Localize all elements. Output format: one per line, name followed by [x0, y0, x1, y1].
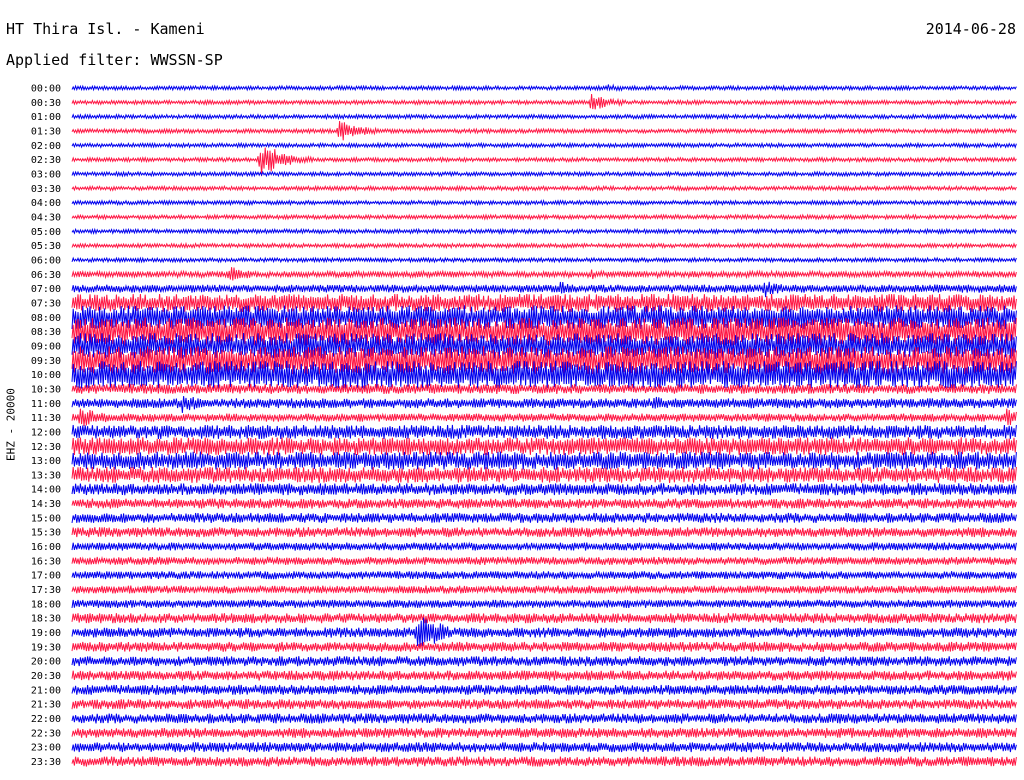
time-label-1030: 10:30	[31, 384, 61, 395]
trace-row-2100	[71, 684, 1017, 695]
trace-row-2000	[71, 656, 1017, 667]
time-label-0100: 01:00	[31, 112, 61, 123]
time-label-0430: 04:30	[31, 212, 61, 223]
trace-row-0500	[71, 227, 1017, 235]
time-label-1400: 14:00	[31, 485, 61, 496]
trace-row-0200	[71, 141, 1017, 149]
time-label-0200: 02:00	[31, 141, 61, 152]
trace-row-0600	[71, 256, 1017, 264]
trace-row-2130	[71, 699, 1017, 710]
time-label-1830: 18:30	[31, 614, 61, 625]
time-label-0900: 09:00	[31, 341, 61, 352]
time-label-0400: 04:00	[31, 198, 61, 209]
time-label-1930: 19:30	[31, 642, 61, 653]
time-label-1700: 17:00	[31, 571, 61, 582]
trace-row-1330	[71, 466, 1017, 483]
time-label-1200: 12:00	[31, 427, 61, 438]
trace-row-0000	[71, 83, 1017, 92]
time-label-1800: 18:00	[31, 599, 61, 610]
trace-row-1230	[71, 437, 1017, 456]
trace-row-0430	[71, 213, 1017, 221]
time-label-1300: 13:00	[31, 456, 61, 467]
time-label-0600: 06:00	[31, 255, 61, 266]
trace-row-0030	[71, 94, 1017, 110]
time-label-1000: 10:00	[31, 370, 61, 381]
time-label-2200: 22:00	[31, 714, 61, 725]
time-label-0030: 00:30	[31, 98, 61, 109]
trace-row-1400	[71, 483, 1017, 496]
trace-row-0630	[71, 267, 1017, 281]
time-label-1630: 16:30	[31, 556, 61, 567]
time-label-1600: 16:00	[31, 542, 61, 553]
trace-row-1430	[71, 498, 1017, 509]
trace-row-0530	[71, 241, 1017, 250]
trace-row-1130	[71, 408, 1017, 426]
time-label-0730: 07:30	[31, 298, 61, 309]
trace-row-1300	[71, 451, 1017, 470]
time-label-1100: 11:00	[31, 399, 61, 410]
trace-row-0400	[71, 199, 1017, 207]
time-label-0130: 01:30	[31, 126, 61, 137]
time-tick-labels: 00:00 00:30 01:00 01:30 02:00 02:30 03:00 03:30…	[31, 84, 61, 769]
time-label-2130: 21:30	[31, 700, 61, 711]
trace-row-2030	[71, 670, 1017, 681]
time-label-1530: 15:30	[31, 528, 61, 539]
time-label-0930: 09:30	[31, 356, 61, 367]
time-label-0830: 08:30	[31, 327, 61, 338]
time-label-0000: 00:00	[31, 84, 61, 95]
trace-row-0100	[71, 113, 1017, 121]
trace-row-1200	[71, 424, 1017, 439]
trace-row-1500	[71, 512, 1017, 523]
trace-row-0230	[71, 147, 1017, 177]
trace-row-0300	[71, 170, 1017, 178]
trace-row-0330	[71, 184, 1017, 192]
time-label-0500: 05:00	[31, 227, 61, 238]
time-label-0700: 07:00	[31, 284, 61, 295]
trace-row-0130	[71, 121, 1017, 141]
trace-row-1930	[71, 641, 1017, 652]
trace-row-1800	[71, 598, 1017, 609]
time-label-0330: 03:30	[31, 184, 61, 195]
trace-group	[71, 83, 1017, 767]
time-label-2000: 20:00	[31, 657, 61, 668]
trace-row-1530	[71, 527, 1017, 538]
trace-row-2200	[71, 713, 1017, 724]
time-label-1430: 14:30	[31, 499, 61, 510]
time-label-1900: 19:00	[31, 628, 61, 639]
trace-row-1600	[71, 541, 1017, 552]
trace-row-1700	[71, 570, 1017, 580]
time-label-2300: 23:00	[31, 743, 61, 754]
time-label-2230: 22:30	[31, 728, 61, 739]
time-label-0230: 02:30	[31, 155, 61, 166]
trace-row-1900	[71, 617, 1017, 647]
time-label-1730: 17:30	[31, 585, 61, 596]
time-label-2100: 21:00	[31, 685, 61, 696]
time-label-1230: 12:30	[31, 442, 61, 453]
trace-row-2300	[71, 742, 1017, 753]
trace-row-2330	[71, 756, 1017, 767]
trace-row-0700	[71, 281, 1017, 298]
trace-row-1730	[71, 584, 1017, 595]
time-label-0630: 06:30	[31, 270, 61, 281]
time-label-0530: 05:30	[31, 241, 61, 252]
time-label-2330: 23:30	[31, 757, 61, 768]
trace-row-2230	[71, 727, 1017, 738]
trace-row-1830	[71, 613, 1017, 624]
seismogram-plot: 00:00 00:30 01:00 01:30 02:00 02:30 03:00 03:30…	[31, 83, 1017, 769]
time-label-0300: 03:00	[31, 169, 61, 180]
trace-row-1630	[71, 555, 1017, 566]
time-label-1500: 15:00	[31, 513, 61, 524]
time-label-1130: 11:30	[31, 413, 61, 424]
trace-row-1100	[71, 396, 1017, 413]
time-label-2030: 20:30	[31, 671, 61, 682]
time-label-1330: 13:30	[31, 470, 61, 481]
time-label-0800: 08:00	[31, 313, 61, 324]
